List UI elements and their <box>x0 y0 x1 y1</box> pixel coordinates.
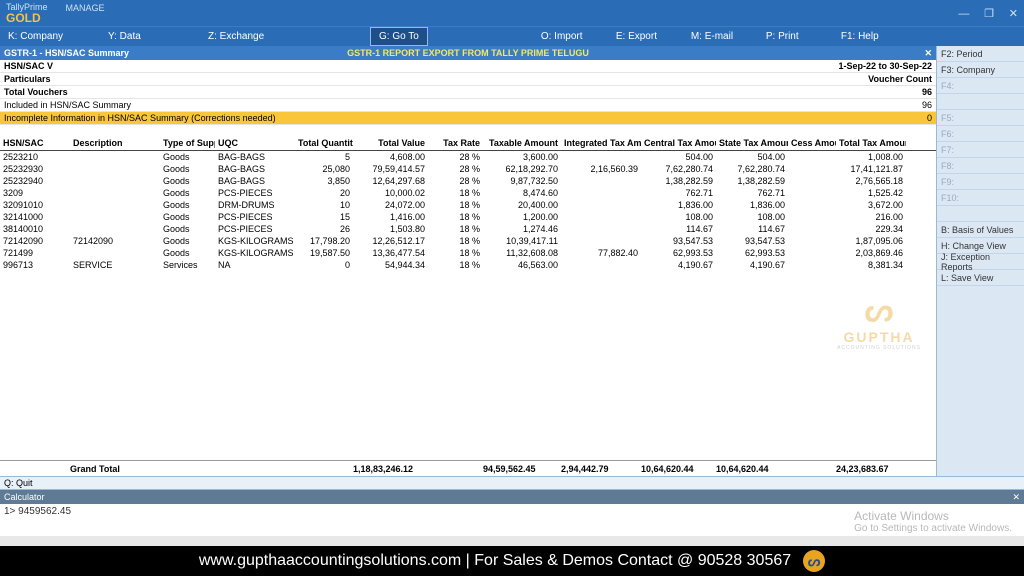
calc-close-icon[interactable]: ✕ <box>1012 492 1020 503</box>
menu-print[interactable]: P: Print <box>758 27 833 46</box>
window-controls: — ❐ ✕ <box>946 7 1018 20</box>
sub-row-included[interactable]: Included in HSN/SAC Summary 96 <box>0 99 936 112</box>
table-row[interactable]: 3209GoodsPCS-PIECES2010,000.0218 %8,474.… <box>0 187 936 199</box>
sidebar-item <box>937 94 1024 110</box>
maximize-icon[interactable]: ❐ <box>984 8 994 20</box>
menu-exchange[interactable]: Z: Exchange <box>200 27 300 46</box>
sub-row-particulars: Particulars Voucher Count <box>0 73 936 86</box>
calculator-bar[interactable]: Calculator ✕ <box>0 490 1024 504</box>
report-title-center: GSTR-1 REPORT EXPORT FROM TALLY PRIME TE… <box>347 48 589 58</box>
table-row[interactable]: 996713SERVICEServicesNA054,944.3418 %46,… <box>0 259 936 271</box>
menu-bar: K: Company Y: Data Z: Exchange G: Go To … <box>0 26 1024 46</box>
sidebar-item[interactable]: B: Basis of Values <box>937 222 1024 238</box>
quit-button[interactable]: Q: Quit <box>4 478 33 488</box>
sub-row-incomplete-warning[interactable]: Incomplete Information in HSN/SAC Summar… <box>0 112 936 125</box>
sidebar-item: F6: <box>937 126 1024 142</box>
sidebar-item: F8: <box>937 158 1024 174</box>
sidebar-item[interactable]: F2: Period <box>937 46 1024 62</box>
main-report-area: GSTR-1 - HSN/SAC Summary GSTR-1 REPORT E… <box>0 46 936 476</box>
sidebar-item: F10: <box>937 190 1024 206</box>
menu-email[interactable]: M: E-mail <box>683 27 758 46</box>
sidebar-item: F4: <box>937 78 1024 94</box>
menu-company[interactable]: K: Company <box>0 27 100 46</box>
table-row[interactable]: 721499GoodsKGS-KILOGRAMS19,587.5013,36,4… <box>0 247 936 259</box>
table-row[interactable]: 25232930GoodsBAG-BAGS25,08079,59,414.572… <box>0 163 936 175</box>
sidebar-item: F9: <box>937 174 1024 190</box>
watermark-logo: ᔕ GUPTHA ACCOUNTING SOLUTIONS <box>837 291 921 351</box>
table-header: HSN/SAC Description Type of Supply UQC T… <box>0 125 936 151</box>
sidebar-item[interactable]: L: Save View <box>937 270 1024 286</box>
table-row[interactable]: 25232940GoodsBAG-BAGS3,85012,64,297.6828… <box>0 175 936 187</box>
table-body: 2523210GoodsBAG-BAGS54,608.0028 %3,600.0… <box>0 151 936 271</box>
table-row[interactable]: 32141000GoodsPCS-PIECES151,416.0018 %1,2… <box>0 211 936 223</box>
report-title: GSTR-1 - HSN/SAC Summary <box>0 48 129 58</box>
menu-data[interactable]: Y: Data <box>100 27 200 46</box>
table-row[interactable]: 38140010GoodsPCS-PIECES261,503.8018 %1,2… <box>0 223 936 235</box>
report-close-icon[interactable]: ✕ <box>924 48 932 59</box>
report-header: GSTR-1 - HSN/SAC Summary GSTR-1 REPORT E… <box>0 46 936 60</box>
table-row[interactable]: 7214209072142090GoodsKGS-KILOGRAMS17,798… <box>0 235 936 247</box>
sidebar-item: F5: <box>937 110 1024 126</box>
right-sidebar: F2: PeriodF3: CompanyF4: F5:F6:F7:F8:F9:F… <box>936 46 1024 476</box>
sub-row-total-vouchers: Total Vouchers 96 <box>0 86 936 99</box>
menu-export[interactable]: E: Export <box>608 27 683 46</box>
sub-row-hsn: HSN/SAC V 1-Sep-22 to 30-Sep-22 <box>0 60 936 73</box>
menu-import[interactable]: O: Import <box>533 27 608 46</box>
footer-logo-icon: ᔕ <box>803 550 825 572</box>
menu-goto[interactable]: G: Go To <box>370 27 428 46</box>
promo-footer: www.gupthaaccountingsolutions.com | For … <box>0 546 1024 576</box>
hsn-table: HSN/SAC Description Type of Supply UQC T… <box>0 125 936 271</box>
sidebar-item[interactable]: J: Exception Reports <box>937 254 1024 270</box>
minimize-icon[interactable]: — <box>958 8 969 20</box>
grand-total-row: Grand Total 1,18,83,246.12 94,59,562.45 … <box>0 460 936 476</box>
activate-windows-watermark: Activate Windows Go to Settings to activ… <box>854 509 1012 534</box>
close-icon[interactable]: ✕ <box>1009 8 1018 20</box>
quit-bar: Q: Quit <box>0 476 1024 490</box>
sidebar-item[interactable]: F3: Company <box>937 62 1024 78</box>
period-range: 1-Sep-22 to 30-Sep-22 <box>838 61 932 71</box>
menu-help[interactable]: F1: Help <box>833 27 893 46</box>
table-row[interactable]: 2523210GoodsBAG-BAGS54,608.0028 %3,600.0… <box>0 151 936 163</box>
sidebar-item: F7: <box>937 142 1024 158</box>
table-row[interactable]: 32091010GoodsDRM-DRUMS1024,072.0018 %20,… <box>0 199 936 211</box>
title-bar: TallyPrime GOLD MANAGE — ❐ ✕ <box>0 0 1024 26</box>
manage-label[interactable]: MANAGE <box>66 0 105 13</box>
sidebar-item <box>937 206 1024 222</box>
app-edition: GOLD <box>6 12 48 24</box>
